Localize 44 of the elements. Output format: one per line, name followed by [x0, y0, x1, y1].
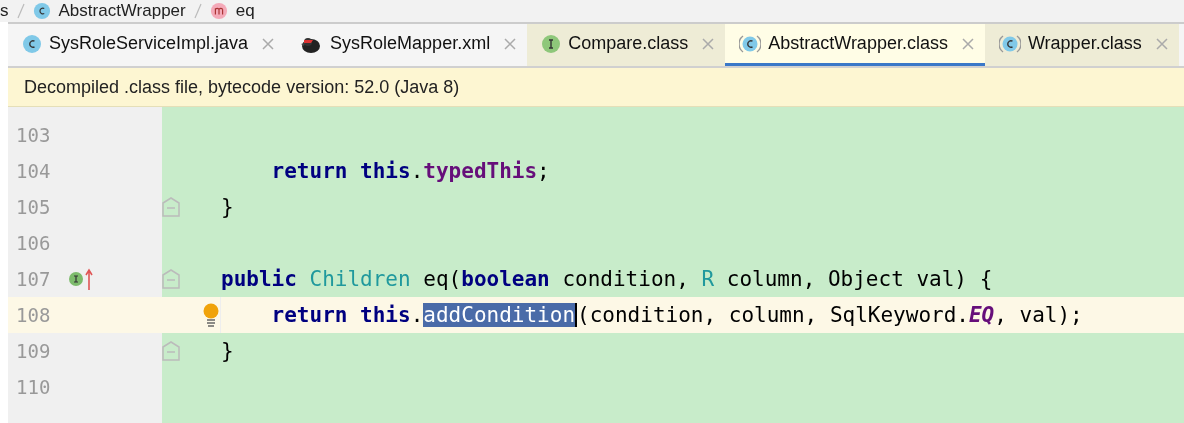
close-icon[interactable] — [503, 36, 518, 51]
breadcrumb-item[interactable]: eq — [235, 1, 255, 21]
line-number: 109 — [15, 340, 52, 362]
class-icon — [22, 33, 42, 54]
code-line: public Children eq(boolean condition, R column, Object val) { — [221, 267, 993, 291]
code-line: } — [221, 195, 234, 219]
code-line: return this.addCondition(condition, column, SqlKeyword.EQ, val); — [270, 303, 1083, 327]
line-number: 107 — [15, 268, 52, 290]
tab-label: AbstractWrapper.class — [768, 33, 948, 54]
class-icon — [998, 33, 1021, 54]
close-icon[interactable] — [960, 36, 975, 51]
separator-icon — [16, 3, 25, 19]
editor-tab[interactable]: Wrapper.class — [984, 24, 1179, 66]
up-arrow-icon[interactable] — [85, 268, 93, 290]
method-icon — [209, 2, 228, 20]
fold-icon[interactable] — [162, 341, 180, 361]
close-icon[interactable] — [261, 36, 276, 51]
line-number: 105 — [15, 196, 52, 218]
close-icon[interactable] — [701, 36, 716, 51]
tab-label: SysRoleServiceImpl.java — [49, 33, 249, 54]
fold-icon[interactable] — [162, 269, 180, 289]
tab-label: Wrapper.class — [1027, 33, 1142, 54]
lightbulb-icon[interactable] — [202, 303, 220, 327]
breadcrumb-item[interactable]: AbstractWrapper — [58, 1, 186, 21]
close-icon[interactable] — [1154, 36, 1169, 51]
code-line: } — [221, 339, 234, 363]
decompiled-notice: Decompiled .class file, bytecode version: 52.0 (Java 8) — [8, 68, 1184, 107]
editor-tab[interactable]: Compare.class — [527, 24, 726, 66]
tab-label: Compare.class — [568, 33, 689, 54]
tab-label: SysRoleMapper.xml — [330, 33, 491, 54]
editor-tab[interactable]: AbstractWrapper.class — [725, 24, 985, 66]
line-number: 106 — [15, 232, 52, 254]
line-number: 110 — [15, 376, 52, 398]
code-line: return this.typedThis; — [270, 159, 550, 183]
implemented-icon[interactable] — [68, 271, 84, 287]
class-icon — [739, 33, 762, 54]
line-number: 104 — [15, 160, 52, 182]
line-number: 103 — [15, 124, 52, 146]
interface-icon — [541, 33, 562, 54]
separator-icon — [193, 3, 202, 19]
line-number: 108 — [15, 304, 52, 326]
breadcrumb-item[interactable]: s — [0, 1, 9, 21]
fold-icon[interactable] — [162, 197, 180, 217]
class-icon — [32, 2, 51, 20]
